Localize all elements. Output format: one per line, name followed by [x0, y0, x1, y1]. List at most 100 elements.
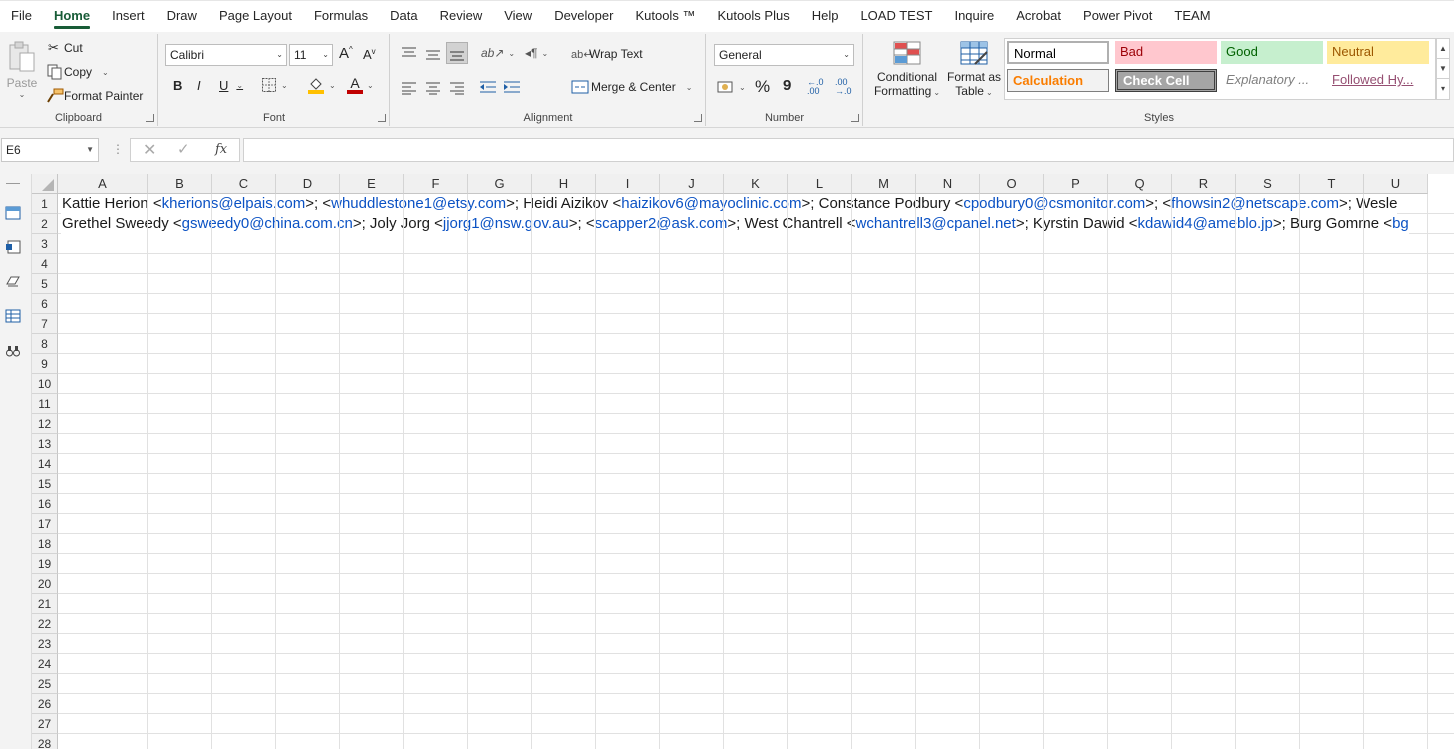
- tab-draw[interactable]: Draw: [156, 0, 208, 32]
- comma-style-button[interactable]: 9: [783, 77, 791, 94]
- tab-help[interactable]: Help: [801, 0, 850, 32]
- paste-button[interactable]: Paste ⌄: [6, 40, 38, 100]
- align-left-icon[interactable]: [401, 81, 417, 95]
- email-link[interactable]: kherions@elpais.com: [162, 195, 306, 212]
- row-header-25[interactable]: 25: [32, 674, 58, 694]
- select-all-corner[interactable]: [32, 174, 58, 194]
- email-link[interactable]: cpodbury0@csmonitor.com: [963, 195, 1145, 212]
- row-header-10[interactable]: 10: [32, 374, 58, 394]
- format-as-table-button[interactable]: Format as Table ⌄: [944, 40, 1004, 98]
- font-launcher-icon[interactable]: [378, 114, 386, 122]
- email-link[interactable]: gsweedy0@china.com.cn: [182, 215, 353, 232]
- style-followed-hy[interactable]: Followed Hy...: [1327, 69, 1429, 92]
- row-header-14[interactable]: 14: [32, 454, 58, 474]
- underline-button[interactable]: U ⌄: [219, 78, 243, 93]
- style-neutral[interactable]: Neutral: [1327, 41, 1429, 64]
- increase-decimal-button[interactable]: ←.0.00: [807, 78, 824, 96]
- column-header-h[interactable]: H: [532, 174, 596, 194]
- column-header-d[interactable]: D: [276, 174, 340, 194]
- wrap-text-button[interactable]: ab↵ Wrap Text: [571, 47, 643, 61]
- gallery-down-icon[interactable]: ▼: [1437, 59, 1449, 79]
- column-list-icon[interactable]: [5, 309, 21, 323]
- cut-button[interactable]: ✂ Cut: [48, 40, 83, 56]
- font-color-button[interactable]: A ⌄: [347, 76, 374, 94]
- fill-color-button[interactable]: ⌄: [307, 76, 336, 94]
- alignment-launcher-icon[interactable]: [694, 114, 702, 122]
- row-header-1[interactable]: 1: [32, 194, 58, 214]
- row-header-12[interactable]: 12: [32, 414, 58, 434]
- enter-check-icon[interactable]: ✓: [177, 140, 190, 158]
- column-header-n[interactable]: N: [916, 174, 980, 194]
- formula-input[interactable]: [243, 138, 1454, 162]
- column-header-q[interactable]: Q: [1108, 174, 1172, 194]
- row-header-15[interactable]: 15: [32, 474, 58, 494]
- email-link[interactable]: jjorg1@nsw.gov.au: [443, 215, 569, 232]
- tab-developer[interactable]: Developer: [543, 0, 624, 32]
- style-normal[interactable]: Normal: [1007, 41, 1109, 64]
- tab-kutools[interactable]: Kutools ™: [624, 0, 706, 32]
- cells-area[interactable]: [58, 194, 1454, 749]
- column-header-t[interactable]: T: [1300, 174, 1364, 194]
- column-header-o[interactable]: O: [980, 174, 1044, 194]
- bold-button[interactable]: B: [173, 78, 182, 93]
- email-link[interactable]: haizikov6@mayoclinic.com: [621, 195, 801, 212]
- paste-dropdown-icon[interactable]: ⌄: [19, 90, 26, 99]
- style-good[interactable]: Good: [1221, 41, 1323, 64]
- accounting-format-button[interactable]: ⌄: [717, 80, 746, 94]
- tab-formulas[interactable]: Formulas: [303, 0, 379, 32]
- email-link[interactable]: wchantrell3@cpanel.net: [855, 215, 1015, 232]
- align-right-icon[interactable]: [449, 81, 465, 95]
- email-link[interactable]: fhowsin2@netscape.com: [1171, 195, 1339, 212]
- number-launcher-icon[interactable]: [851, 114, 859, 122]
- style-bad[interactable]: Bad: [1115, 41, 1217, 64]
- row-header-5[interactable]: 5: [32, 274, 58, 294]
- increase-font-button[interactable]: A ^: [339, 45, 353, 62]
- copy-dropdown-icon[interactable]: ⌄: [102, 68, 109, 77]
- tab-acrobat[interactable]: Acrobat: [1005, 0, 1072, 32]
- gallery-more-icon[interactable]: ▾: [1437, 79, 1449, 99]
- column-header-g[interactable]: G: [468, 174, 532, 194]
- tab-page-layout[interactable]: Page Layout: [208, 0, 303, 32]
- row-header-3[interactable]: 3: [32, 234, 58, 254]
- cell-a2-content[interactable]: Grethel Sweedy <gsweedy0@china.com.cn>; …: [61, 214, 1409, 234]
- row-header-22[interactable]: 22: [32, 614, 58, 634]
- orientation-button[interactable]: ab↗ ⌄: [481, 46, 515, 60]
- email-link[interactable]: kdawid4@ameblo.jp: [1138, 215, 1273, 232]
- column-header-u[interactable]: U: [1364, 174, 1428, 194]
- row-header-28[interactable]: 28: [32, 734, 58, 749]
- row-header-19[interactable]: 19: [32, 554, 58, 574]
- style-check-cell[interactable]: Check Cell: [1115, 69, 1217, 92]
- italic-button[interactable]: I: [197, 78, 201, 93]
- column-header-p[interactable]: P: [1044, 174, 1108, 194]
- email-link[interactable]: bg: [1392, 215, 1409, 232]
- row-header-26[interactable]: 26: [32, 694, 58, 714]
- row-header-9[interactable]: 9: [32, 354, 58, 374]
- font-name-select[interactable]: Calibri ⌄: [165, 44, 287, 66]
- increase-indent-icon[interactable]: [503, 80, 521, 94]
- column-header-c[interactable]: C: [212, 174, 276, 194]
- column-header-j[interactable]: J: [660, 174, 724, 194]
- tab-power-pivot[interactable]: Power Pivot: [1072, 0, 1163, 32]
- align-center-icon[interactable]: [425, 81, 441, 95]
- cancel-icon[interactable]: ✕: [143, 140, 156, 160]
- tab-home[interactable]: Home: [43, 0, 101, 32]
- row-header-4[interactable]: 4: [32, 254, 58, 274]
- align-bottom-button[interactable]: [446, 42, 468, 64]
- row-header-11[interactable]: 11: [32, 394, 58, 414]
- name-manager-icon[interactable]: [5, 274, 21, 288]
- tab-file[interactable]: File: [0, 0, 43, 32]
- row-header-16[interactable]: 16: [32, 494, 58, 514]
- navigation-pane-icon[interactable]: [5, 206, 21, 220]
- row-header-2[interactable]: 2: [32, 214, 58, 234]
- borders-button[interactable]: ⌄: [261, 77, 288, 93]
- row-header-7[interactable]: 7: [32, 314, 58, 334]
- column-header-k[interactable]: K: [724, 174, 788, 194]
- insert-function-icon[interactable]: fx: [215, 142, 227, 157]
- percent-button[interactable]: %: [755, 77, 770, 97]
- column-header-f[interactable]: F: [404, 174, 468, 194]
- decrease-decimal-button[interactable]: .00 →.0: [835, 78, 852, 96]
- column-header-r[interactable]: R: [1172, 174, 1236, 194]
- row-header-20[interactable]: 20: [32, 574, 58, 594]
- row-header-21[interactable]: 21: [32, 594, 58, 614]
- number-format-select[interactable]: General ⌄: [714, 44, 854, 66]
